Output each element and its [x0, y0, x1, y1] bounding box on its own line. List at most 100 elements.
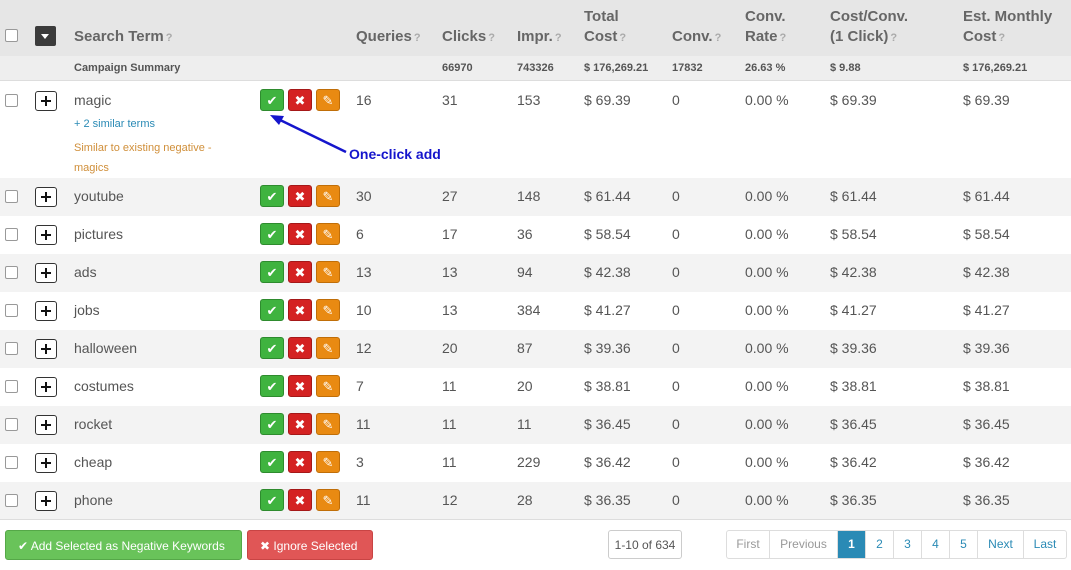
search-term: jobs: [74, 302, 100, 318]
conversions: 0: [672, 340, 680, 356]
bulk-actions-dropdown[interactable]: [35, 26, 56, 46]
row-checkbox[interactable]: [5, 494, 18, 507]
impressions: 148: [517, 188, 541, 204]
page-3[interactable]: 3: [894, 531, 922, 558]
search-term: cheap: [74, 454, 113, 470]
expand-plus-icon[interactable]: [35, 301, 57, 321]
col-total-cost[interactable]: Total Cost?: [584, 7, 626, 48]
col-cost-conv[interactable]: Cost/Conv. (1 Click)?: [830, 7, 908, 48]
add-negative-check-icon[interactable]: ✔: [260, 223, 284, 245]
summary-conv-rate: 26.63 %: [745, 62, 786, 74]
expand-plus-icon[interactable]: [35, 453, 57, 473]
add-negative-check-icon[interactable]: ✔: [260, 413, 284, 435]
col-search-term[interactable]: Search Term?: [74, 27, 173, 48]
edit-pencil-icon[interactable]: ✎: [316, 451, 340, 473]
row-checkbox[interactable]: [5, 228, 18, 241]
cost-per-conv: $ 58.54: [830, 226, 877, 242]
row-checkbox[interactable]: [5, 190, 18, 203]
help-icon[interactable]: ?: [166, 32, 173, 44]
help-icon[interactable]: ?: [414, 32, 421, 44]
expand-plus-icon[interactable]: [35, 91, 57, 111]
page-4[interactable]: 4: [922, 531, 950, 558]
cost-per-conv: $ 36.45: [830, 416, 877, 432]
page-next[interactable]: Next: [978, 531, 1024, 558]
table-row: ads ✔ ✖ ✎ 13 13 94 $ 42.38 0 0.00 % $ 42…: [0, 254, 1071, 292]
expand-plus-icon[interactable]: [35, 377, 57, 397]
select-all-checkbox[interactable]: [5, 29, 18, 42]
page-previous[interactable]: Previous: [770, 531, 838, 558]
expand-plus-icon[interactable]: [35, 491, 57, 511]
expand-plus-icon[interactable]: [35, 263, 57, 283]
help-icon[interactable]: ?: [555, 32, 562, 44]
edit-pencil-icon[interactable]: ✎: [316, 337, 340, 359]
add-negative-check-icon[interactable]: ✔: [260, 489, 284, 511]
edit-pencil-icon[interactable]: ✎: [316, 223, 340, 245]
edit-pencil-icon[interactable]: ✎: [316, 489, 340, 511]
row-checkbox[interactable]: [5, 304, 18, 317]
expand-plus-icon[interactable]: [35, 225, 57, 245]
row-checkbox[interactable]: [5, 94, 18, 107]
col-queries[interactable]: Queries?: [356, 27, 421, 48]
total-cost: $ 38.81: [584, 378, 631, 394]
edit-pencil-icon[interactable]: ✎: [316, 413, 340, 435]
page-5[interactable]: 5: [950, 531, 978, 558]
add-selected-negative-button[interactable]: ✔ Add Selected as Negative Keywords: [5, 530, 242, 560]
ignore-x-icon[interactable]: ✖: [288, 299, 312, 321]
help-icon[interactable]: ?: [488, 32, 495, 44]
page-last[interactable]: Last: [1024, 531, 1066, 558]
page-2[interactable]: 2: [866, 531, 894, 558]
ignore-x-icon[interactable]: ✖: [288, 185, 312, 207]
col-clicks[interactable]: Clicks?: [442, 27, 495, 48]
edit-pencil-icon[interactable]: ✎: [316, 375, 340, 397]
conv-rate: 0.00 %: [745, 492, 789, 508]
ignore-x-icon[interactable]: ✖: [288, 489, 312, 511]
add-negative-check-icon[interactable]: ✔: [260, 337, 284, 359]
table-row: pictures ✔ ✖ ✎ 6 17 36 $ 58.54 0 0.00 % …: [0, 216, 1071, 254]
table-row: magic + 2 similar terms Similar to exist…: [0, 82, 1071, 178]
ignore-x-icon[interactable]: ✖: [288, 375, 312, 397]
col-est-monthly-cost[interactable]: Est. Monthly Cost?: [963, 7, 1052, 48]
add-negative-check-icon[interactable]: ✔: [260, 451, 284, 473]
page-first[interactable]: First: [727, 531, 770, 558]
expand-plus-icon[interactable]: [35, 415, 57, 435]
add-negative-check-icon[interactable]: ✔: [260, 185, 284, 207]
edit-pencil-icon[interactable]: ✎: [316, 299, 340, 321]
edit-pencil-icon[interactable]: ✎: [316, 261, 340, 283]
ignore-x-icon[interactable]: ✖: [288, 413, 312, 435]
col-impr[interactable]: Impr.?: [517, 27, 562, 48]
similar-terms-link[interactable]: + 2 similar terms: [74, 118, 155, 130]
clicks: 27: [442, 188, 458, 204]
cost-per-conv: $ 41.27: [830, 302, 877, 318]
clicks: 13: [442, 302, 458, 318]
page-1[interactable]: 1: [838, 531, 866, 558]
add-negative-check-icon[interactable]: ✔: [260, 261, 284, 283]
row-checkbox[interactable]: [5, 456, 18, 469]
expand-plus-icon[interactable]: [35, 187, 57, 207]
help-icon[interactable]: ?: [715, 32, 722, 44]
help-icon[interactable]: ?: [780, 32, 787, 44]
ignore-x-icon[interactable]: ✖: [288, 223, 312, 245]
ignore-selected-button[interactable]: ✖ Ignore Selected: [247, 530, 373, 560]
summary-clicks: 66970: [442, 62, 473, 74]
row-checkbox[interactable]: [5, 342, 18, 355]
expand-plus-icon[interactable]: [35, 339, 57, 359]
add-negative-check-icon[interactable]: ✔: [260, 299, 284, 321]
help-icon[interactable]: ?: [890, 32, 897, 44]
clicks: 11: [442, 378, 457, 394]
conversions: 0: [672, 188, 680, 204]
conv-rate: 0.00 %: [745, 454, 789, 470]
edit-pencil-icon[interactable]: ✎: [316, 185, 340, 207]
row-checkbox[interactable]: [5, 380, 18, 393]
help-icon[interactable]: ?: [619, 32, 626, 44]
col-conv-rate[interactable]: Conv. Rate?: [745, 7, 786, 48]
ignore-x-icon[interactable]: ✖: [288, 261, 312, 283]
row-checkbox[interactable]: [5, 266, 18, 279]
ignore-x-icon[interactable]: ✖: [288, 337, 312, 359]
col-conv[interactable]: Conv.?: [672, 27, 721, 48]
table-footer: ✔ Add Selected as Negative Keywords ✖ Ig…: [0, 519, 1071, 570]
add-negative-check-icon[interactable]: ✔: [260, 375, 284, 397]
ignore-x-icon[interactable]: ✖: [288, 451, 312, 473]
help-icon[interactable]: ?: [998, 32, 1005, 44]
row-checkbox[interactable]: [5, 418, 18, 431]
est-monthly-cost: $ 41.27: [963, 302, 1010, 318]
